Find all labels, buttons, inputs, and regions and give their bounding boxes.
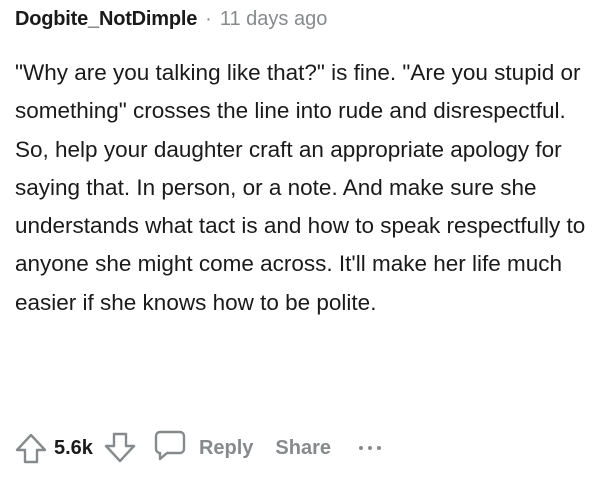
vote-score: 5.6k — [54, 436, 93, 459]
ellipsis-icon — [368, 446, 372, 450]
comment: Dogbite_NotDimple · 11 days ago "Why are… — [0, 0, 605, 493]
comment-timestamp[interactable]: 11 days ago — [220, 6, 328, 32]
reply-button[interactable]: Reply — [153, 428, 253, 468]
meta-separator: · — [205, 8, 212, 30]
speech-bubble-icon — [153, 428, 187, 468]
more-options-button[interactable] — [359, 438, 381, 458]
ellipsis-icon — [359, 446, 363, 450]
comment-header: Dogbite_NotDimple · 11 days ago — [15, 6, 591, 32]
ellipsis-icon — [377, 446, 381, 450]
comment-body: "Why are you talking like that?" is fine… — [15, 60, 586, 315]
author-username[interactable]: Dogbite_NotDimple — [15, 6, 197, 32]
downvote-icon[interactable] — [101, 429, 139, 467]
reply-label: Reply — [198, 436, 254, 459]
upvote-icon[interactable] — [12, 429, 50, 467]
share-button[interactable]: Share — [275, 437, 331, 460]
comment-actions: 5.6k Reply Share — [12, 428, 381, 468]
